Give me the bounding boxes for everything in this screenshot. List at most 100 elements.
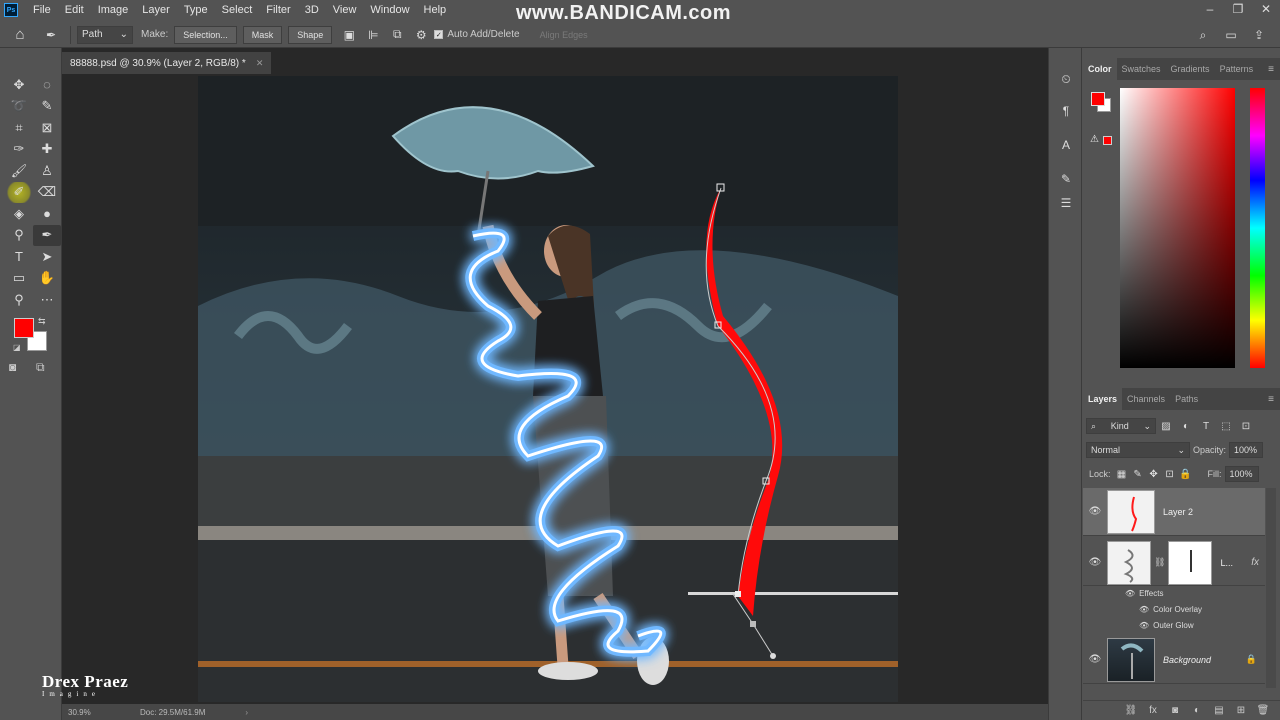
tab-patterns[interactable]: Patterns	[1215, 58, 1259, 80]
gamut-warning-swatch[interactable]	[1103, 136, 1112, 145]
chevron-right-icon[interactable]: ›	[245, 708, 248, 717]
eye-icon[interactable]: 👁	[1083, 557, 1107, 568]
crop-tool-icon[interactable]: ⌗	[5, 117, 33, 139]
filter-smart-icon[interactable]: ⊡	[1236, 421, 1256, 432]
effect-row-color-overlay[interactable]: 👁 Color Overlay	[1139, 605, 1202, 614]
layer-filter-select[interactable]: ⌕ Kind ⌄	[1086, 418, 1156, 434]
quick-selection-tool-icon[interactable]: ✎	[33, 96, 61, 118]
panel-menu-icon[interactable]: ≡	[1268, 394, 1274, 405]
link-layers-icon[interactable]: ⛓	[1120, 705, 1142, 716]
new-layer-icon[interactable]: ⊞	[1230, 705, 1252, 716]
filter-pixel-icon[interactable]: ▨	[1156, 421, 1176, 432]
menu-help[interactable]: Help	[417, 0, 454, 20]
path-alignment-icon[interactable]: ⊫	[362, 26, 384, 44]
frame-tool-icon[interactable]: ⊠	[33, 117, 61, 139]
menu-select[interactable]: Select	[215, 0, 260, 20]
menu-image[interactable]: Image	[91, 0, 136, 20]
brush-tool-icon[interactable]: 🖌	[5, 160, 33, 182]
blur-tool-icon[interactable]: ●	[33, 203, 61, 225]
filter-shape-icon[interactable]: ⬚	[1216, 421, 1236, 432]
rectangle-tool-icon[interactable]: ▭	[5, 268, 33, 290]
effect-row-outer-glow[interactable]: 👁 Outer Glow	[1139, 621, 1194, 630]
path-anchor-point[interactable]	[735, 591, 741, 597]
brush-settings-icon[interactable]: ✎	[1057, 170, 1075, 188]
filter-adjustment-icon[interactable]: ◐	[1176, 421, 1196, 432]
pen-tool-icon[interactable]: ✒	[33, 224, 61, 246]
new-group-icon[interactable]: ▤	[1208, 705, 1230, 716]
hand-tool-icon[interactable]: ✋	[33, 268, 61, 290]
delete-layer-icon[interactable]: 🗑	[1252, 705, 1274, 716]
history-brush-tool-icon[interactable]: ✐	[5, 181, 33, 203]
type-tool-icon[interactable]: T	[5, 246, 33, 268]
screen-mode-icon[interactable]: ⧉	[36, 360, 45, 375]
eye-icon[interactable]: 👁	[1083, 506, 1107, 517]
workspace-icon[interactable]: ▭	[1218, 26, 1244, 44]
paint-bucket-tool-icon[interactable]: ◈	[5, 203, 33, 225]
path-anchor-point[interactable]	[750, 621, 756, 627]
menu-layer[interactable]: Layer	[135, 0, 177, 20]
layer-row-effects-layer[interactable]: 👁 ⛓ L... fx	[1083, 540, 1265, 586]
lock-image-icon[interactable]: ✎	[1130, 469, 1146, 480]
make-mask-button[interactable]: Mask	[242, 25, 283, 44]
lock-all-icon[interactable]: 🔒	[1178, 469, 1194, 480]
panel-menu-icon[interactable]: ≡	[1268, 64, 1274, 75]
add-mask-icon[interactable]: ◙	[1164, 705, 1186, 716]
dodge-tool-icon[interactable]: ⚲	[5, 225, 33, 247]
foreground-color-swatch[interactable]	[14, 318, 34, 338]
eye-icon[interactable]: 👁	[1139, 605, 1149, 614]
path-selection-tool-icon[interactable]: ➤	[33, 246, 61, 268]
quick-mask-icon[interactable]: ◙	[9, 360, 16, 374]
menu-file[interactable]: File	[26, 0, 58, 20]
lasso-tool-icon[interactable]: ➰	[5, 96, 33, 118]
character-panel-icon[interactable]: A	[1057, 136, 1075, 154]
status-zoom[interactable]: 30.9%	[62, 708, 100, 717]
menu-window[interactable]: Window	[363, 0, 416, 20]
eyedropper-tool-icon[interactable]: ✑	[5, 139, 33, 161]
fx-badge[interactable]: fx	[1251, 557, 1259, 568]
minimize-icon[interactable]: –	[1196, 0, 1224, 18]
lock-artboard-icon[interactable]: ⊡	[1162, 469, 1178, 480]
menu-type[interactable]: Type	[177, 0, 215, 20]
share-icon[interactable]: ⇪	[1246, 26, 1272, 44]
document-tab[interactable]: 88888.psd @ 30.9% (Layer 2, RGB/8) * ✕	[62, 52, 272, 74]
tab-color[interactable]: Color	[1083, 58, 1117, 80]
make-selection-button[interactable]: Selection...	[174, 25, 237, 44]
path-operations-icon[interactable]: ▣	[338, 26, 360, 44]
menu-view[interactable]: View	[326, 0, 364, 20]
search-icon[interactable]: ⌕	[1190, 26, 1216, 44]
link-icon[interactable]: ⛓	[1154, 557, 1165, 568]
tab-swatches[interactable]: Swatches	[1117, 58, 1166, 80]
marquee-tool-icon[interactable]: ◌	[33, 74, 61, 96]
move-tool-icon[interactable]: ✥	[5, 74, 33, 96]
tab-channels[interactable]: Channels	[1122, 388, 1170, 410]
adjustments-icon[interactable]: ☰	[1057, 194, 1075, 212]
layer-row-layer-2[interactable]: 👁 Layer 2	[1083, 488, 1265, 536]
opacity-input[interactable]: 100%	[1229, 442, 1264, 458]
close-icon[interactable]: ✕	[256, 58, 264, 69]
effects-row[interactable]: 👁 Effects	[1125, 589, 1163, 598]
make-shape-button[interactable]: Shape	[288, 25, 333, 44]
default-colors-icon[interactable]: ◪	[13, 343, 21, 352]
pen-tool-preset-icon[interactable]: ✒	[40, 26, 62, 44]
eraser-tool-icon[interactable]: ⌫	[33, 182, 61, 204]
tab-gradients[interactable]: Gradients	[1166, 58, 1215, 80]
swap-colors-icon[interactable]: ⇆	[38, 316, 46, 327]
zoom-tool-icon[interactable]: ⚲	[5, 289, 33, 311]
filter-type-icon[interactable]: T	[1196, 421, 1216, 432]
eye-icon[interactable]: 👁	[1083, 654, 1107, 665]
healing-brush-tool-icon[interactable]: ✚	[33, 139, 61, 161]
paragraph-panel-icon[interactable]: ¶	[1057, 102, 1075, 120]
home-icon[interactable]: ⌂	[0, 22, 40, 48]
hue-slider[interactable]	[1250, 88, 1265, 368]
blend-mode-select[interactable]: Normal ⌄	[1086, 442, 1190, 458]
clone-stamp-tool-icon[interactable]: ♙	[33, 160, 61, 182]
add-style-icon[interactable]: fx	[1142, 705, 1164, 716]
path-arrangement-icon[interactable]: ⧉	[386, 26, 408, 44]
menu-3d[interactable]: 3D	[298, 0, 326, 20]
tab-layers[interactable]: Layers	[1083, 388, 1123, 410]
restore-icon[interactable]: ❐	[1224, 0, 1252, 18]
adjustment-layer-icon[interactable]: ◐	[1186, 705, 1208, 716]
color-panel-foreground[interactable]	[1091, 92, 1105, 106]
tab-paths[interactable]: Paths	[1170, 388, 1203, 410]
menu-edit[interactable]: Edit	[58, 0, 91, 20]
